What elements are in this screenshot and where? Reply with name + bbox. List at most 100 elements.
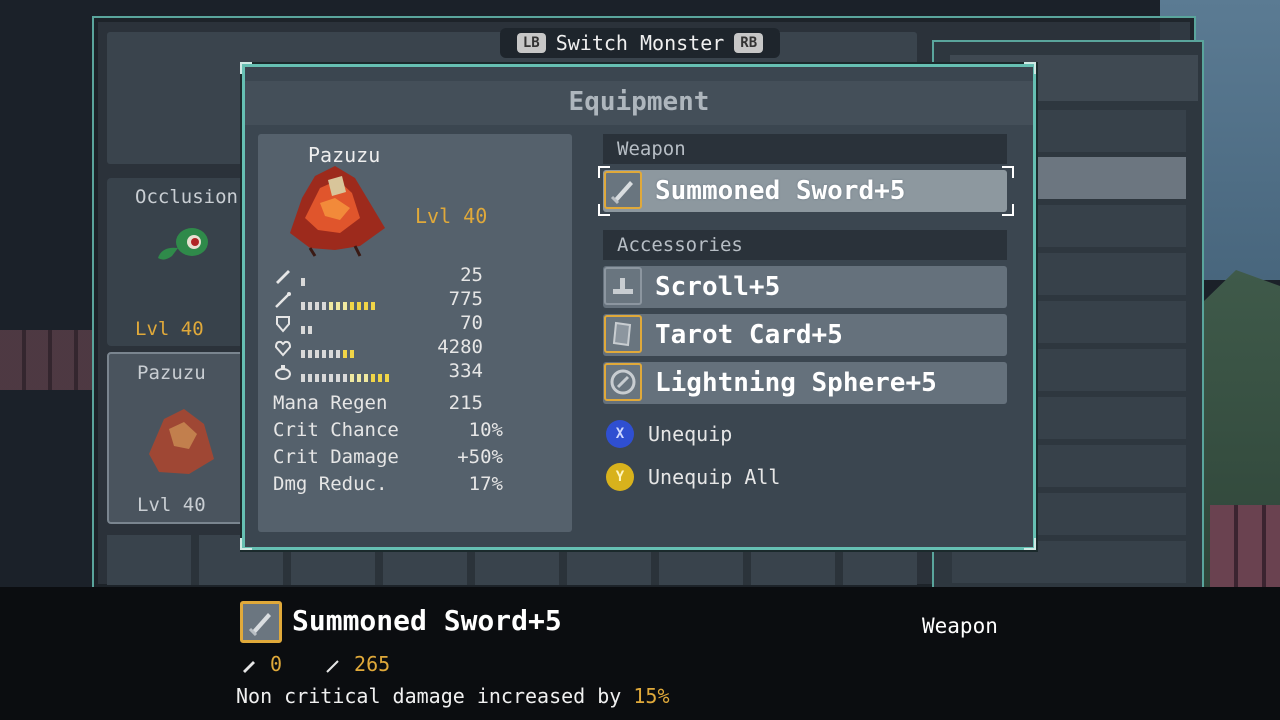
stat-value: 70 [460, 312, 483, 334]
accessory-name: Tarot Card+5 [655, 320, 843, 350]
unequip-all-action[interactable]: Y Unequip All [606, 463, 780, 493]
lb-button[interactable]: LB [516, 33, 546, 53]
stat-bar [301, 367, 392, 382]
stat-bar-segment [364, 374, 368, 382]
stat-bar-segment [322, 374, 326, 382]
stat-dmg-reduction: Dmg Reduc. 17% [273, 473, 503, 497]
selection-corner [1002, 166, 1014, 178]
stat-bar-segment [322, 350, 326, 358]
stat-row: 775 [273, 288, 483, 310]
stat-bar-segment [329, 302, 333, 310]
accessory-slot-tarot-card[interactable]: Tarot Card+5 [603, 314, 1007, 356]
monster-level: Lvl 40 [415, 204, 488, 228]
weapon-slot[interactable]: Summoned Sword+5 [603, 170, 1007, 212]
frame-corner [1024, 538, 1036, 550]
stat-value: 4280 [437, 336, 483, 358]
stat-label: Crit Damage [273, 446, 399, 468]
unequip-action[interactable]: X Unequip [606, 420, 732, 450]
tooltip-item-name: Summoned Sword+5 [292, 604, 562, 637]
stat-bar-segment [336, 302, 340, 310]
stat-label: Mana Regen [273, 392, 388, 414]
stat-crit-chance: Crit Chance 10% [273, 419, 503, 443]
stat-bar [301, 319, 315, 334]
stat-bar-segment [329, 374, 333, 382]
accessory-slot-scroll[interactable]: Scroll+5 [603, 266, 1007, 308]
stat-bar-segment [357, 302, 361, 310]
stat-bar-segment [301, 302, 305, 310]
stat-value: 775 [448, 288, 483, 310]
monster-card-level: Lvl 40 [137, 494, 206, 516]
monster-card-name: Pazuzu [137, 362, 206, 384]
occlusion-sprite [158, 228, 208, 260]
scroll-icon [604, 267, 642, 305]
attack-icon [273, 266, 293, 284]
switch-monster-bar: LB Switch Monster RB [500, 28, 780, 58]
stat-bar-segment [308, 302, 312, 310]
stat-bar-segment [343, 374, 347, 382]
switch-monster-label: Switch Monster [555, 31, 725, 55]
stat-value: 10% [468, 419, 503, 441]
weapon-header: Weapon [603, 134, 1007, 164]
rb-button[interactable]: RB [734, 33, 764, 53]
stat-bar-segment [350, 374, 354, 382]
stat-mana-regen: Mana Regen 215 [273, 392, 503, 416]
stat-bar-segment [301, 326, 305, 334]
monster-card-level: Lvl 40 [135, 318, 204, 340]
lightning-sphere-icon [604, 363, 642, 401]
stat-bar-segment [357, 374, 361, 382]
accessory-slot-lightning-sphere[interactable]: Lightning Sphere+5 [603, 362, 1007, 404]
stat-bar-segment [308, 326, 312, 334]
monster-card-name: Occlusion [135, 186, 238, 208]
tooltip-attack-value: 0 [270, 652, 283, 676]
accessory-name: Lightning Sphere+5 [655, 368, 937, 398]
tooltip-description-text: Non critical damage increased by [236, 684, 634, 708]
stat-bar [301, 271, 308, 286]
stat-bar-segment [315, 302, 319, 310]
stat-bar-segment [329, 350, 333, 358]
stat-bar-segment [301, 374, 305, 382]
stat-bar-segment [378, 374, 382, 382]
selection-corner [598, 166, 610, 178]
stat-bar-segment [301, 278, 305, 286]
magic-icon [273, 290, 293, 308]
tooltip-description-value: 15% [633, 684, 670, 708]
stat-value: 215 [448, 392, 483, 414]
stat-bar-segment [308, 350, 312, 358]
defense-icon [273, 314, 293, 333]
monster-card-occlusion[interactable]: Occlusion Lvl 40 [107, 178, 247, 346]
stat-row: 70 [273, 312, 483, 334]
stat-row: 25 [273, 264, 483, 286]
stat-bar-segment [371, 374, 375, 382]
mana-icon [273, 362, 293, 380]
brick-wall-left [0, 330, 100, 390]
stat-bar [301, 343, 357, 358]
tooltip-magic-value: 265 [354, 652, 391, 676]
health-icon [273, 338, 293, 357]
magic-icon [326, 659, 339, 673]
stat-bar-segment [343, 350, 347, 358]
tooltip-description: Non critical damage increased by 15% [236, 684, 669, 708]
selection-corner [1002, 204, 1014, 216]
accessory-name: Scroll+5 [655, 272, 781, 302]
selection-corner [598, 204, 610, 216]
frame-corner [240, 538, 252, 550]
pazuzu-sprite [149, 409, 214, 474]
frame-corner [240, 62, 252, 74]
stat-value: 25 [460, 264, 483, 286]
stat-bar-segment [336, 374, 340, 382]
stat-label: Dmg Reduc. [273, 473, 388, 495]
stat-row: 334 [273, 360, 483, 382]
pazuzu-portrait [290, 166, 385, 257]
frame-corner [1024, 62, 1036, 74]
stat-bar-segment [336, 350, 340, 358]
accessories-header: Accessories [603, 230, 1007, 260]
stat-bar-segment [308, 374, 312, 382]
unequip-all-label: Unequip All [648, 465, 781, 489]
attack-icon [243, 660, 255, 673]
stat-bar-segment [385, 374, 389, 382]
stat-bar-segment [315, 350, 319, 358]
stat-bar-segment [315, 374, 319, 382]
stat-bar-segment [301, 350, 305, 358]
monster-card-pazuzu[interactable]: Pazuzu Lvl 40 [107, 352, 251, 524]
stat-value: 334 [448, 360, 483, 382]
